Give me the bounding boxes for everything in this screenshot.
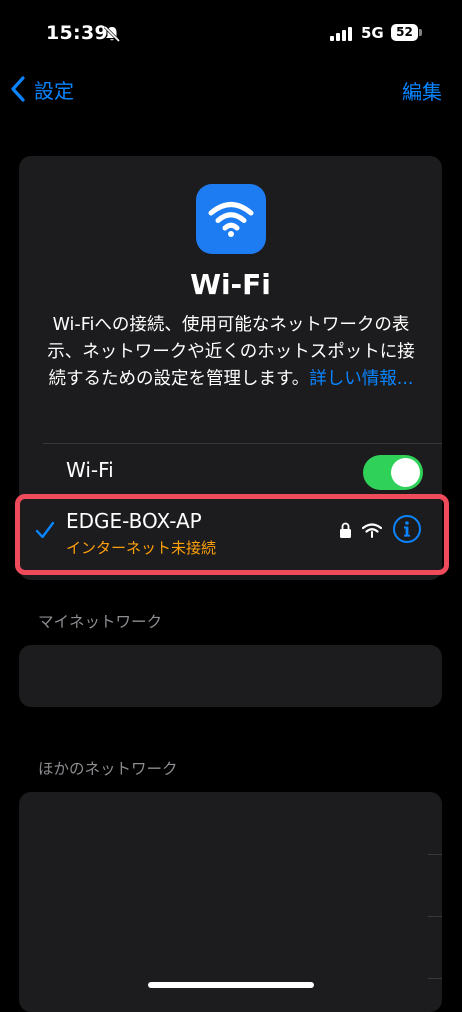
network-name: EDGE-BOX-AP [66, 509, 202, 533]
my-networks-list [19, 645, 442, 707]
list-divider [428, 978, 442, 979]
divider [43, 443, 442, 444]
back-button[interactable]: 設定 [10, 74, 74, 104]
home-indicator[interactable] [148, 982, 314, 988]
bell-slash-icon [103, 25, 121, 43]
connected-network-row[interactable]: EDGE-BOX-AP インターネット未接続 [19, 496, 442, 576]
back-button-label: 設定 [34, 78, 74, 103]
status-time: 15:39 [46, 22, 108, 44]
learn-more-link[interactable]: 詳しい情報... [309, 369, 413, 389]
wifi-app-icon [196, 184, 266, 254]
chevron-left-icon [11, 76, 25, 102]
checkmark-icon [35, 521, 55, 539]
info-icon[interactable] [392, 514, 422, 544]
battery-tip [419, 29, 422, 36]
network-type: 5G [361, 24, 384, 42]
list-divider [428, 916, 442, 917]
toggle-knob [391, 458, 420, 487]
wifi-toggle[interactable] [363, 455, 423, 490]
wifi-card: Wi-Fi Wi-Fiへの接続、使用可能なネットワークの表示、ネットワークや近く… [19, 156, 442, 580]
page-title: Wi-Fi [190, 268, 271, 301]
battery-level: 52 [396, 25, 413, 39]
wifi-toggle-label: Wi-Fi [66, 458, 114, 482]
status-bar: 15:39 5G 52 [0, 0, 462, 60]
my-networks-header: マイネットワーク [38, 613, 163, 631]
other-networks-list [19, 792, 442, 1012]
wifi-icon [208, 202, 254, 237]
network-status: インターネット未接続 [66, 539, 217, 557]
other-networks-header: ほかのネットワーク [38, 760, 178, 778]
cellular-signal-icon [330, 27, 352, 41]
battery-icon: 52 [391, 24, 418, 41]
wifi-description: Wi-Fiへの接続、使用可能なネットワークの表示、ネットワークや近くのホットスポ… [45, 312, 417, 393]
wifi-signal-icon [362, 523, 382, 538]
list-divider [428, 854, 442, 855]
edit-button[interactable]: 編集 [402, 76, 442, 105]
lock-icon [340, 522, 351, 538]
